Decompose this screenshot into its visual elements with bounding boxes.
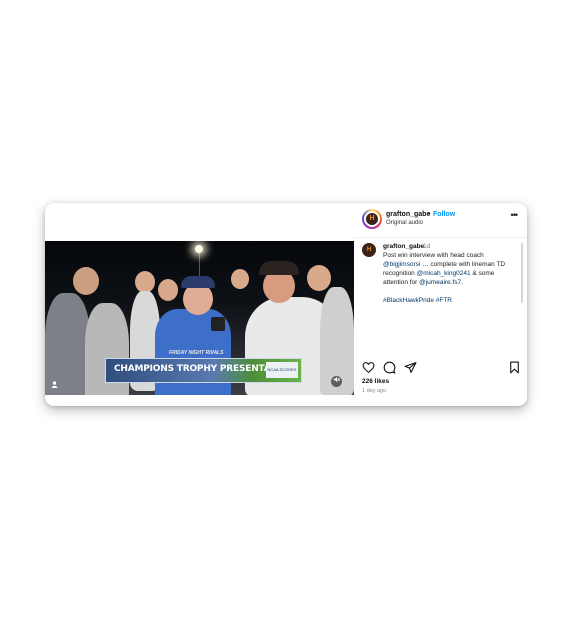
lower-third-banner: CHAMPIONS TROPHY PRESENTATION NCAA SCORE… — [105, 358, 302, 383]
player-head — [135, 271, 155, 293]
follow-button[interactable]: Follow — [433, 211, 455, 218]
player-head — [307, 265, 331, 291]
cap — [181, 276, 215, 288]
avatar[interactable]: H — [362, 209, 382, 229]
avatar-logo: H — [366, 213, 378, 225]
video-player[interactable]: FRIDAY NIGHT RIVALS CHAMPIONS TROPHY PRE… — [45, 241, 354, 395]
caption-time: 1d — [423, 243, 431, 250]
avatar-frame: H — [364, 211, 380, 227]
hashtag-link[interactable]: #BlackHawkPride #FTR — [383, 297, 452, 304]
username-link[interactable]: grafton_gabe — [386, 211, 430, 218]
comment-icon[interactable] — [383, 361, 396, 374]
more-options-icon[interactable]: ••• — [511, 210, 519, 220]
post-sidebar: H grafton_gabe • Follow Original audio •… — [354, 203, 527, 406]
mention-link[interactable]: @jumeaire.fs7 — [419, 279, 461, 286]
banner-logo: NCAA SCORES — [266, 362, 298, 378]
caption-avatar[interactable]: H — [362, 243, 376, 257]
post-card: FRIDAY NIGHT RIVALS CHAMPIONS TROPHY PRE… — [45, 203, 527, 406]
player-figure — [45, 293, 90, 395]
mention-link[interactable]: @micah_king0241 — [417, 270, 471, 277]
caption-part: & — [472, 270, 477, 277]
likes-count[interactable]: 226 likes — [362, 378, 389, 385]
mention-link[interactable]: @bigjimsorsi — [383, 261, 420, 268]
stadium-light — [195, 245, 203, 253]
separator-dot: • — [428, 211, 431, 218]
post-timestamp: 1 day ago — [362, 388, 387, 394]
heart-icon[interactable] — [362, 361, 375, 374]
caption-username[interactable]: grafton_gabe — [383, 243, 424, 250]
post-header: H grafton_gabe • Follow Original audio •… — [354, 203, 527, 237]
action-bar — [362, 361, 522, 375]
banner-subtitle: FRIDAY NIGHT RIVALS — [169, 350, 224, 356]
coach-cap — [259, 261, 299, 275]
caption-part: Post win interview with head coach — [383, 252, 484, 259]
share-icon[interactable] — [404, 361, 417, 374]
audio-link[interactable]: Original audio — [386, 220, 423, 226]
bookmark-icon[interactable] — [508, 361, 521, 374]
header-divider — [354, 237, 527, 238]
caption-part: . — [461, 279, 463, 286]
player-head — [231, 269, 249, 289]
caption-part: … complete with lineman — [422, 261, 495, 268]
player-head — [158, 279, 178, 301]
user-tag-icon[interactable] — [51, 381, 58, 388]
mute-icon[interactable] — [331, 376, 342, 387]
player-head — [73, 267, 99, 295]
caption-text: Post win interview with head coach @bigj… — [383, 251, 515, 287]
scrollbar[interactable] — [521, 243, 523, 303]
microphone — [211, 317, 225, 331]
